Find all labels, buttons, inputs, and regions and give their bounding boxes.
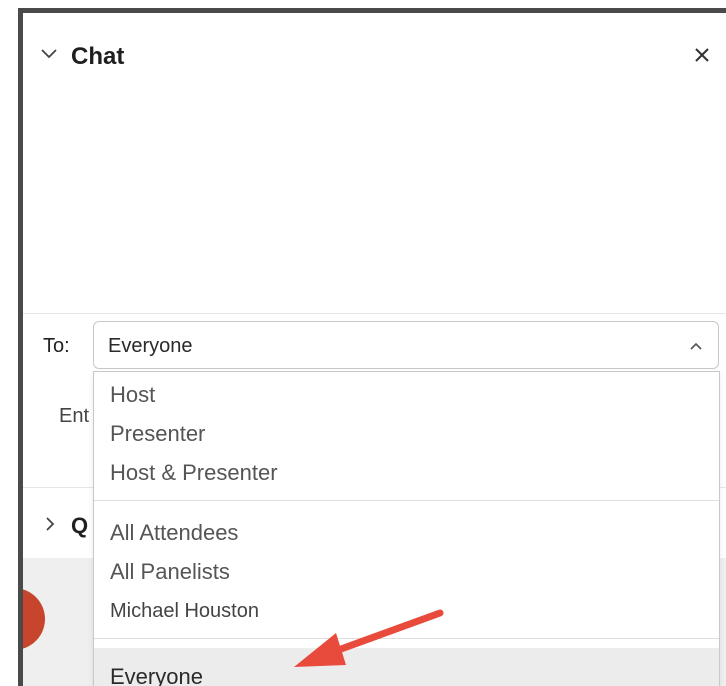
option-all-panelists[interactable]: All Panelists — [110, 559, 230, 585]
chat-title: Chat — [71, 43, 125, 70]
option-everyone-label: Everyone — [110, 664, 203, 686]
option-michael-houston[interactable]: Michael Houston — [110, 600, 259, 623]
chat-panel: Chat To: Everyone Ent Q Host Presenter H… — [18, 8, 726, 686]
recipient-selected-value: Everyone — [108, 335, 193, 357]
chevron-down-icon[interactable] — [39, 43, 59, 63]
annotation-arrow-icon — [294, 609, 444, 667]
option-presenter[interactable]: Presenter — [110, 421, 205, 447]
recipient-select[interactable]: Everyone — [93, 321, 719, 369]
divider — [23, 313, 726, 314]
chevron-right-icon[interactable] — [41, 515, 59, 533]
chevron-up-icon[interactable] — [688, 338, 704, 354]
close-icon[interactable] — [690, 43, 714, 67]
option-host[interactable]: Host — [110, 382, 155, 408]
qa-section-label[interactable]: Q — [71, 513, 88, 539]
chat-header: Chat — [23, 13, 726, 103]
to-label: To: — [43, 335, 70, 357]
dropdown-separator — [94, 500, 719, 501]
message-input[interactable]: Ent — [59, 405, 89, 428]
option-host-and-presenter[interactable]: Host & Presenter — [110, 460, 278, 486]
option-all-attendees[interactable]: All Attendees — [110, 520, 238, 546]
